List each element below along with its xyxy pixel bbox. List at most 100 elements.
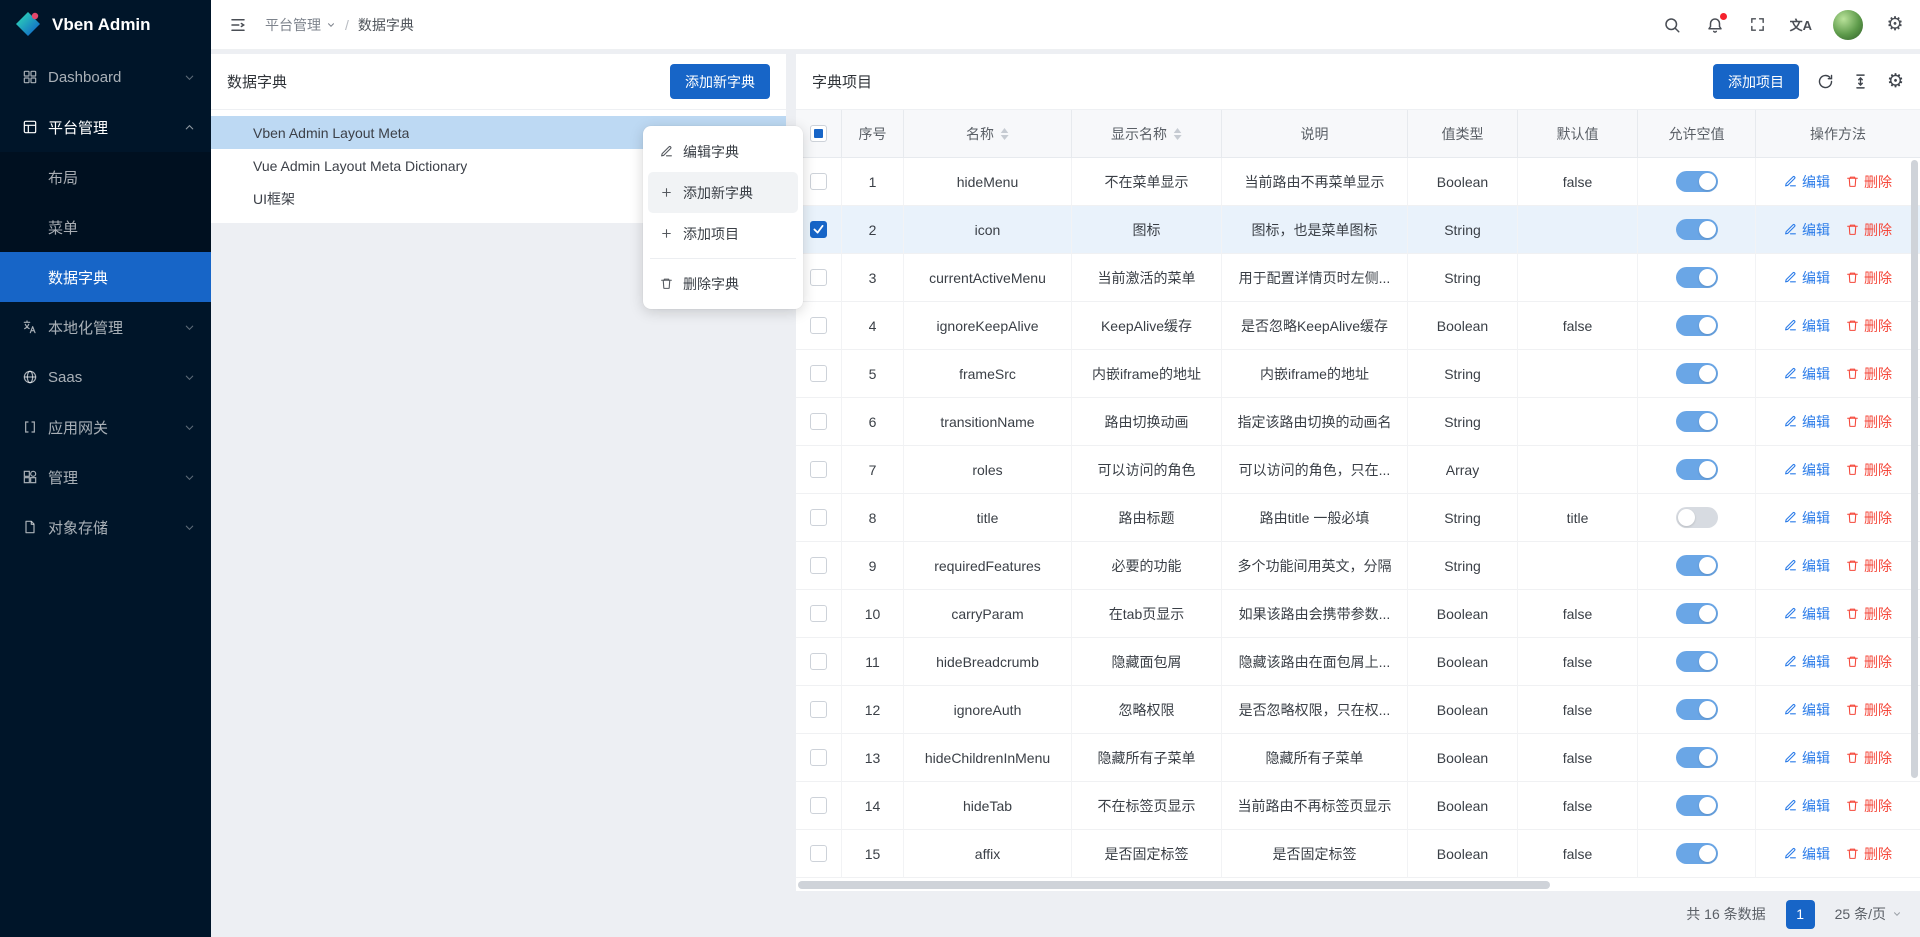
sidebar-item-object-storage[interactable]: 对象存储 (0, 502, 211, 552)
allow-null-toggle[interactable] (1676, 603, 1718, 624)
page-size-select[interactable]: 25 条/页 (1835, 904, 1902, 924)
allow-null-toggle[interactable] (1676, 315, 1718, 336)
context-menu-item-delete-dictionary[interactable]: 删除字典 (648, 263, 798, 304)
sidebar-item-localization[interactable]: 本地化管理 (0, 302, 211, 352)
delete-button[interactable]: 删除 (1846, 172, 1892, 192)
page-button-1[interactable]: 1 (1786, 900, 1815, 929)
horizontal-scrollbar-thumb[interactable] (798, 881, 1550, 889)
row-checkbox[interactable] (810, 461, 827, 478)
column-label-type: 值类型 (1442, 124, 1484, 144)
sidebar-subitem-menu[interactable]: 菜单 (0, 202, 211, 252)
sidebar-item-dashboard[interactable]: Dashboard (0, 52, 211, 102)
delete-button[interactable]: 删除 (1846, 652, 1892, 672)
breadcrumb-item-platform[interactable]: 平台管理 (265, 15, 336, 35)
delete-button[interactable]: 删除 (1846, 508, 1892, 528)
allow-null-toggle[interactable] (1676, 459, 1718, 480)
refresh-icon[interactable] (1817, 73, 1834, 90)
allow-null-toggle[interactable] (1676, 843, 1718, 864)
add-item-button[interactable]: 添加项目 (1713, 64, 1799, 99)
sort-icons[interactable] (1173, 128, 1182, 140)
delete-button[interactable]: 删除 (1846, 316, 1892, 336)
delete-button[interactable]: 删除 (1846, 700, 1892, 720)
context-menu-item-add-item[interactable]: 添加项目 (648, 213, 798, 254)
allow-null-toggle[interactable] (1676, 219, 1718, 240)
delete-button[interactable]: 删除 (1846, 604, 1892, 624)
edit-button[interactable]: 编辑 (1784, 604, 1830, 624)
allow-null-toggle[interactable] (1676, 555, 1718, 576)
allow-null-toggle[interactable] (1676, 171, 1718, 192)
search-icon[interactable] (1661, 14, 1683, 36)
allow-null-toggle[interactable] (1676, 795, 1718, 816)
allow-null-toggle[interactable] (1676, 747, 1718, 768)
edit-button[interactable]: 编辑 (1784, 748, 1830, 768)
allow-null-toggle[interactable] (1676, 699, 1718, 720)
table-settings-icon[interactable]: ⚙ (1887, 72, 1904, 91)
allow-null-toggle[interactable] (1676, 411, 1718, 432)
edit-button[interactable]: 编辑 (1784, 220, 1830, 240)
row-checkbox[interactable] (810, 845, 827, 862)
delete-button[interactable]: 删除 (1846, 748, 1892, 768)
edit-button[interactable]: 编辑 (1784, 460, 1830, 480)
edit-button[interactable]: 编辑 (1784, 700, 1830, 720)
fullscreen-icon[interactable] (1747, 14, 1769, 36)
allow-null-toggle[interactable] (1676, 363, 1718, 384)
row-checkbox[interactable] (810, 701, 827, 718)
edit-button[interactable]: 编辑 (1784, 652, 1830, 672)
delete-button[interactable]: 删除 (1846, 556, 1892, 576)
edit-button[interactable]: 编辑 (1784, 556, 1830, 576)
collapse-sidebar-icon[interactable] (227, 14, 249, 36)
row-checkbox[interactable] (810, 221, 827, 238)
sidebar-subitem-data-dictionary[interactable]: 数据字典 (0, 252, 211, 302)
delete-button[interactable]: 删除 (1846, 796, 1892, 816)
sidebar-item-platform[interactable]: 平台管理 (0, 102, 211, 152)
edit-button[interactable]: 编辑 (1784, 508, 1830, 528)
sidebar-item-saas[interactable]: Saas (0, 352, 211, 402)
edit-button[interactable]: 编辑 (1784, 316, 1830, 336)
column-header-display[interactable]: 显示名称 (1072, 110, 1222, 158)
allow-null-toggle[interactable] (1676, 651, 1718, 672)
edit-button[interactable]: 编辑 (1784, 268, 1830, 288)
translate-icon[interactable]: 文A (1790, 14, 1812, 36)
delete-button[interactable]: 删除 (1846, 460, 1892, 480)
edit-button[interactable]: 编辑 (1784, 364, 1830, 384)
row-checkbox[interactable] (810, 605, 827, 622)
row-checkbox[interactable] (810, 509, 827, 526)
vertical-scrollbar-thumb[interactable] (1911, 160, 1918, 778)
vertical-scrollbar[interactable] (1909, 158, 1919, 879)
delete-button[interactable]: 删除 (1846, 268, 1892, 288)
edit-button[interactable]: 编辑 (1784, 844, 1830, 864)
sort-icons[interactable] (1000, 128, 1009, 140)
row-checkbox[interactable] (810, 317, 827, 334)
delete-button[interactable]: 删除 (1846, 844, 1892, 864)
row-checkbox[interactable] (810, 749, 827, 766)
row-checkbox[interactable] (810, 797, 827, 814)
app-logo[interactable]: Vben Admin (0, 0, 211, 50)
context-menu-item-edit-dictionary[interactable]: 编辑字典 (648, 131, 798, 172)
avatar[interactable] (1833, 10, 1863, 40)
settings-gear-icon[interactable]: ⚙ (1884, 14, 1906, 36)
sidebar-subitem-layout[interactable]: 布局 (0, 152, 211, 202)
horizontal-scrollbar[interactable] (796, 879, 1906, 891)
row-checkbox[interactable] (810, 269, 827, 286)
delete-button[interactable]: 删除 (1846, 364, 1892, 384)
notification-bell-icon[interactable] (1704, 14, 1726, 36)
allow-null-toggle[interactable] (1676, 507, 1718, 528)
edit-button[interactable]: 编辑 (1784, 796, 1830, 816)
edit-button[interactable]: 编辑 (1784, 172, 1830, 192)
row-checkbox[interactable] (810, 365, 827, 382)
row-checkbox[interactable] (810, 413, 827, 430)
delete-button[interactable]: 删除 (1846, 220, 1892, 240)
context-menu-item-add-new-dictionary[interactable]: 添加新字典 (648, 172, 798, 213)
edit-button[interactable]: 编辑 (1784, 412, 1830, 432)
row-checkbox[interactable] (810, 653, 827, 670)
select-all-checkbox[interactable] (810, 125, 827, 142)
row-checkbox[interactable] (810, 557, 827, 574)
sidebar-item-management[interactable]: 管理 (0, 452, 211, 502)
row-height-icon[interactable] (1852, 73, 1869, 90)
allow-null-toggle[interactable] (1676, 267, 1718, 288)
column-header-name[interactable]: 名称 (904, 110, 1072, 158)
delete-button[interactable]: 删除 (1846, 412, 1892, 432)
add-dictionary-button[interactable]: 添加新字典 (670, 64, 770, 99)
sidebar-item-gateway[interactable]: 应用网关 (0, 402, 211, 452)
row-checkbox[interactable] (810, 173, 827, 190)
